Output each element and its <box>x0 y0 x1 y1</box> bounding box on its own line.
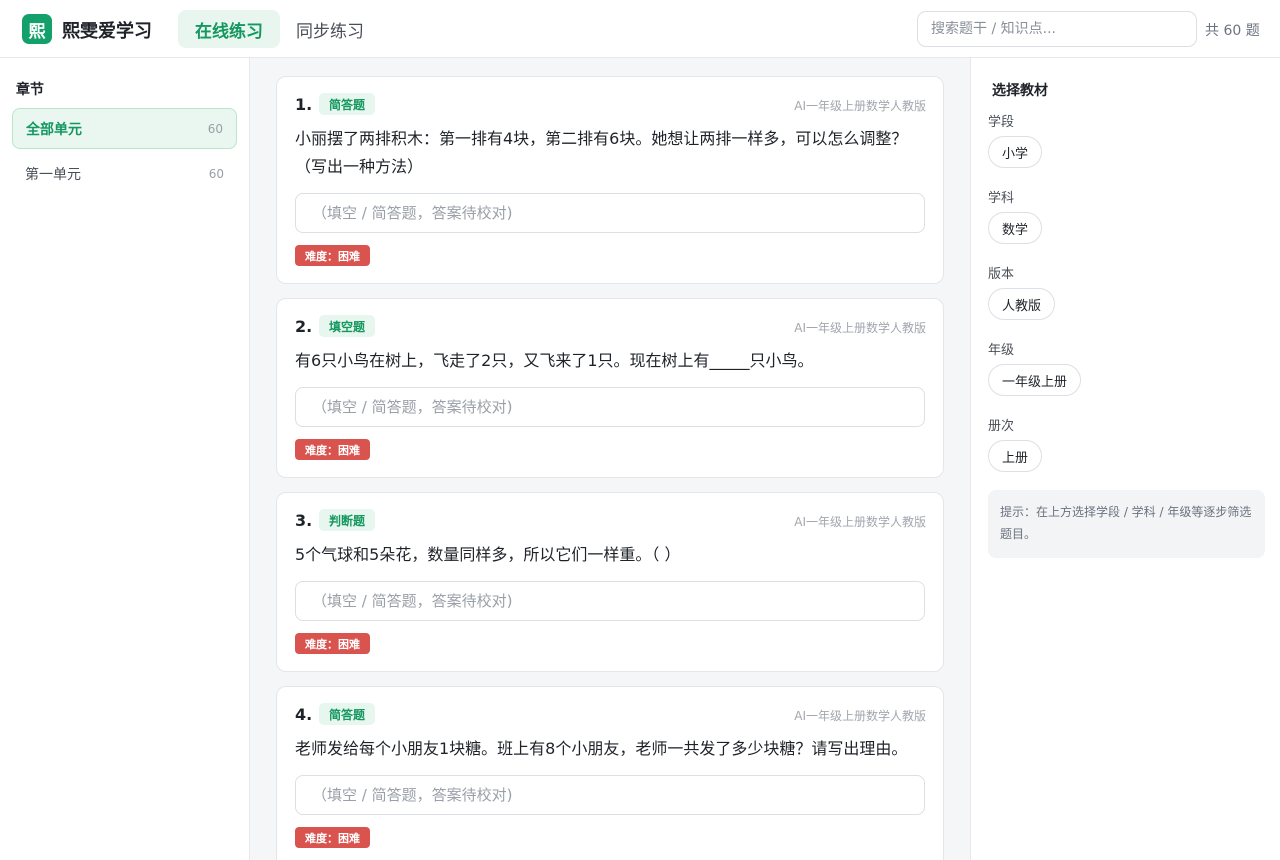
question-source: AI一年级上册数学人教版 <box>794 709 926 723</box>
top-bar: 熙 熙雯爱学习 在线练习 同步练习 共 60 题 <box>0 0 1280 58</box>
chip-edition[interactable]: 人教版 <box>988 288 1056 320</box>
question-source: AI一年级上册数学人教版 <box>794 515 926 529</box>
question-type-badge: 简答题 <box>319 703 376 725</box>
sidebar-item-count: 60 <box>207 121 223 136</box>
sidebar-item-unit-1[interactable]: 第一单元 60 <box>12 153 237 194</box>
chapter-sidebar: 章节 全部单元 60 第一单元 60 <box>0 58 250 860</box>
sidebar-item-all-units[interactable]: 全部单元 60 <box>12 108 237 149</box>
answer-input[interactable] <box>295 581 925 621</box>
tab-sync-practice[interactable]: 同步练习 <box>279 10 381 48</box>
answer-input[interactable] <box>295 193 925 233</box>
sidebar-item-count: 60 <box>208 166 224 181</box>
filter-label-edition: 版本 <box>988 267 1015 282</box>
sidebar-title: 章节 <box>16 82 44 98</box>
difficulty-badge: 难度：困难 <box>295 827 370 848</box>
question-type-badge: 填空题 <box>319 315 376 337</box>
question-source: AI一年级上册数学人教版 <box>794 321 926 335</box>
difficulty-badge: 难度：困难 <box>295 439 370 460</box>
filter-label-subject: 学科 <box>988 191 1015 206</box>
question-number: 2. <box>295 317 313 336</box>
filter-label-grade: 年级 <box>988 343 1015 358</box>
filter-panel-title: 选择教材 <box>992 83 1048 99</box>
chip-grade[interactable]: 一年级上册 <box>988 364 1082 396</box>
question-text: 老师发给每个小朋友1块糖。班上有8个小朋友，老师一共发了多少块糖？请写出理由。 <box>295 739 908 758</box>
search-input[interactable] <box>917 11 1197 47</box>
question-text: 有6只小鸟在树上，飞走了2只，又飞来了1只。现在树上有_____只小鸟。 <box>295 351 814 370</box>
question-number: 1. <box>295 95 313 114</box>
textbook-filter-panel: 选择教材 学段 小学 学科 数学 版本 人教版 年级 一年级上册 册次 上册 提… <box>970 58 1280 860</box>
total-count: 共 60 题 <box>1205 23 1260 39</box>
answer-input[interactable] <box>295 387 925 427</box>
answer-input[interactable] <box>295 775 925 815</box>
chip-volume[interactable]: 上册 <box>988 440 1043 472</box>
chip-subject[interactable]: 数学 <box>988 212 1043 244</box>
app-logo[interactable]: 熙 <box>22 14 52 44</box>
question-text: 小丽摆了两排积木：第一排有4块，第二排有6块。她想让两排一样多，可以怎么调整？（… <box>295 129 908 176</box>
sidebar-item-label: 第一单元 <box>25 166 81 183</box>
question-card: 4. 简答题 AI一年级上册数学人教版 老师发给每个小朋友1块糖。班上有8个小朋… <box>276 686 944 860</box>
question-card: 1. 简答题 AI一年级上册数学人教版 小丽摆了两排积木：第一排有4块，第二排有… <box>276 76 944 284</box>
sidebar-item-label: 全部单元 <box>26 121 82 138</box>
tab-online-practice[interactable]: 在线练习 <box>178 10 280 48</box>
question-card: 3. 判断题 AI一年级上册数学人教版 5个气球和5朵花，数量同样多，所以它们一… <box>276 492 944 672</box>
question-list: 1. 简答题 AI一年级上册数学人教版 小丽摆了两排积木：第一排有4块，第二排有… <box>250 58 970 860</box>
chip-stage[interactable]: 小学 <box>988 136 1043 168</box>
filter-label-stage: 学段 <box>988 115 1015 130</box>
filter-label-volume: 册次 <box>988 419 1015 434</box>
difficulty-badge: 难度：困难 <box>295 245 370 266</box>
question-number: 4. <box>295 705 313 724</box>
filter-hint: 提示：在上方选择学段 / 学科 / 年级等逐步筛选题目。 <box>988 490 1265 558</box>
question-number: 3. <box>295 511 313 530</box>
difficulty-badge: 难度：困难 <box>295 633 370 654</box>
question-source: AI一年级上册数学人教版 <box>794 99 926 113</box>
question-text: 5个气球和5朵花，数量同样多，所以它们一样重。（ ） <box>295 545 681 564</box>
app-name: 熙雯爱学习 <box>62 21 152 42</box>
question-type-badge: 判断题 <box>319 509 376 531</box>
question-type-badge: 简答题 <box>319 93 376 115</box>
question-card: 2. 填空题 AI一年级上册数学人教版 有6只小鸟在树上，飞走了2只，又飞来了1… <box>276 298 944 478</box>
